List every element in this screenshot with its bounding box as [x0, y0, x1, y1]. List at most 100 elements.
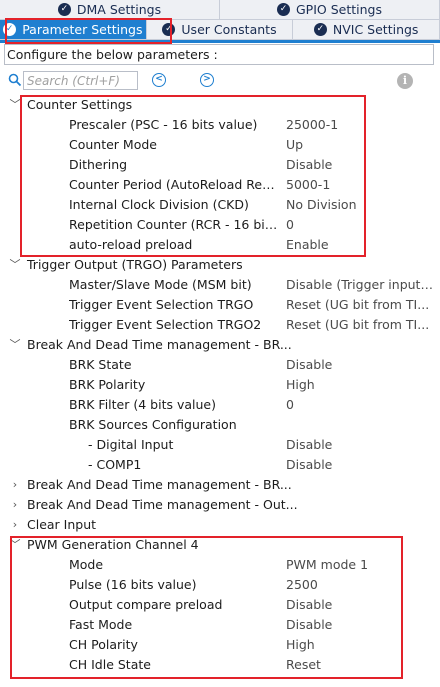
group-break-dead-time-1[interactable]: ﹀ Break And Dead Time management - BR... — [0, 335, 440, 355]
chevron-down-icon[interactable]: ﹀ — [8, 535, 22, 555]
chevron-down-icon[interactable]: ﹀ — [8, 335, 22, 355]
param-row[interactable]: Dithering Disable — [0, 155, 440, 175]
param-value[interactable]: Disable — [286, 615, 436, 635]
chevron-right-icon[interactable]: › — [8, 515, 22, 535]
param-row[interactable]: Internal Clock Division (CKD) No Division — [0, 195, 440, 215]
param-row[interactable]: Output compare preload Disable — [0, 595, 440, 615]
group-counter-settings[interactable]: ﹀ Counter Settings — [0, 95, 440, 115]
tab-parameter-settings[interactable]: ✓ Parameter Settings — [0, 20, 147, 40]
param-name: CH Idle State — [69, 657, 151, 672]
param-name: BRK Sources Configuration — [69, 417, 237, 432]
param-value[interactable]: High — [286, 635, 436, 655]
param-row[interactable]: Counter Mode Up — [0, 135, 440, 155]
tab-label: NVIC Settings — [332, 22, 419, 37]
check-circle-icon: ✓ — [313, 23, 327, 36]
param-value[interactable]: No Division — [286, 195, 436, 215]
param-row[interactable]: - COMP1 Disable — [0, 455, 440, 475]
param-name: Mode — [69, 557, 104, 572]
param-value[interactable]: Disable — [286, 355, 436, 375]
search-icon — [8, 73, 22, 87]
param-value[interactable]: Disable — [286, 435, 436, 455]
group-trgo-parameters[interactable]: ﹀ Trigger Output (TRGO) Parameters — [0, 255, 440, 275]
tab-underline — [0, 40, 440, 43]
param-value[interactable]: 0 — [286, 215, 436, 235]
param-row: BRK Sources Configuration — [0, 415, 440, 435]
param-value[interactable]: 2500 — [286, 575, 436, 595]
param-value[interactable]: Reset (UG bit from TI... — [286, 315, 436, 335]
param-value[interactable]: Enable — [286, 235, 436, 255]
param-row[interactable]: Prescaler (PSC - 16 bits value) 25000-1 — [0, 115, 440, 135]
param-value[interactable]: Up — [286, 135, 436, 155]
tab-label: Parameter Settings — [22, 22, 143, 37]
param-row[interactable]: Pulse (16 bits value) 2500 — [0, 575, 440, 595]
param-row[interactable]: BRK Filter (4 bits value) 0 — [0, 395, 440, 415]
param-value[interactable]: PWM mode 1 — [286, 555, 436, 575]
tab-user-constants[interactable]: ✓ User Constants — [146, 20, 294, 40]
search-prev-icon[interactable]: < — [152, 73, 166, 87]
param-name: Trigger Event Selection TRGO2 — [69, 317, 262, 332]
chevron-right-icon[interactable]: › — [8, 475, 22, 495]
tab-dma-settings[interactable]: ✓ DMA Settings — [0, 0, 220, 20]
group-clear-input[interactable]: › Clear Input — [0, 515, 440, 535]
group-pwm-channel-4[interactable]: ﹀ PWM Generation Channel 4 — [0, 535, 440, 555]
chevron-down-icon[interactable]: ﹀ — [8, 95, 22, 115]
param-name: BRK Filter (4 bits value) — [69, 397, 216, 412]
group-break-dead-time-2[interactable]: › Break And Dead Time management - BR... — [0, 475, 440, 495]
param-row[interactable]: CH Idle State Reset — [0, 655, 440, 675]
param-name: Counter Mode — [69, 137, 157, 152]
param-value[interactable]: 5000-1 — [286, 175, 436, 195]
chevron-down-icon[interactable]: ﹀ — [8, 255, 22, 275]
tabs-row-bottom: ✓ Parameter Settings ✓ User Constants ✓ … — [0, 20, 440, 40]
tab-label: DMA Settings — [76, 2, 162, 17]
param-row[interactable]: auto-reload preload Enable — [0, 235, 440, 255]
param-value[interactable]: Disable — [286, 595, 436, 615]
param-name: - COMP1 — [88, 457, 142, 472]
param-name: Internal Clock Division (CKD) — [69, 197, 249, 212]
param-name: Repetition Counter (RCR - 16 bits v... — [69, 217, 281, 232]
group-label: PWM Generation Channel 4 — [27, 537, 199, 552]
param-value[interactable]: Disable — [286, 155, 436, 175]
param-name: Master/Slave Mode (MSM bit) — [69, 277, 252, 292]
param-row[interactable]: CH Polarity High — [0, 635, 440, 655]
param-value[interactable]: Reset (UG bit from TI... — [286, 295, 436, 315]
param-row[interactable]: Master/Slave Mode (MSM bit) Disable (Trig… — [0, 275, 440, 295]
param-value[interactable]: 0 — [286, 395, 436, 415]
param-name: auto-reload preload — [69, 237, 193, 252]
param-row[interactable]: Mode PWM mode 1 — [0, 555, 440, 575]
param-row[interactable]: Repetition Counter (RCR - 16 bits v... 0 — [0, 215, 440, 235]
param-name: Pulse (16 bits value) — [69, 577, 197, 592]
param-row[interactable]: Fast Mode Disable — [0, 615, 440, 635]
param-value[interactable]: Disable (Trigger input ... — [286, 275, 436, 295]
search-toolbar: < > i — [0, 70, 440, 92]
param-name: BRK State — [69, 357, 132, 372]
param-value[interactable]: 25000-1 — [286, 115, 436, 135]
tab-gpio-settings[interactable]: ✓ GPIO Settings — [220, 0, 440, 20]
group-label: Counter Settings — [27, 97, 133, 112]
group-label: Break And Dead Time management - BR... — [27, 337, 292, 352]
info-icon[interactable]: i — [397, 73, 413, 89]
param-name: BRK Polarity — [69, 377, 146, 392]
check-circle-icon: ✓ — [277, 3, 290, 16]
search-next-icon[interactable]: > — [200, 73, 214, 87]
group-break-dead-time-output[interactable]: › Break And Dead Time management - Out..… — [0, 495, 440, 515]
param-row[interactable]: BRK State Disable — [0, 355, 440, 375]
group-label: Break And Dead Time management - BR... — [27, 477, 292, 492]
group-label: Break And Dead Time management - Out... — [27, 497, 298, 512]
param-value[interactable]: High — [286, 375, 436, 395]
param-row[interactable]: BRK Polarity High — [0, 375, 440, 395]
param-name: Prescaler (PSC - 16 bits value) — [69, 117, 258, 132]
param-name: - Digital Input — [88, 437, 174, 452]
param-name: Output compare preload — [69, 597, 223, 612]
search-input[interactable] — [23, 71, 138, 90]
group-label: Clear Input — [27, 517, 97, 532]
param-row[interactable]: Trigger Event Selection TRGO2 Reset (UG b… — [0, 315, 440, 335]
tab-nvic-settings[interactable]: ✓ NVIC Settings — [293, 20, 440, 40]
tab-label: GPIO Settings — [296, 2, 382, 17]
chevron-right-icon[interactable]: › — [8, 495, 22, 515]
tabs-row-top: ✓ DMA Settings ✓ GPIO Settings — [0, 0, 440, 20]
param-value[interactable]: Reset — [286, 655, 436, 675]
param-row[interactable]: - Digital Input Disable — [0, 435, 440, 455]
param-row[interactable]: Trigger Event Selection TRGO Reset (UG bi… — [0, 295, 440, 315]
param-value[interactable]: Disable — [286, 455, 436, 475]
param-row[interactable]: Counter Period (AutoReload Regist... 5000… — [0, 175, 440, 195]
